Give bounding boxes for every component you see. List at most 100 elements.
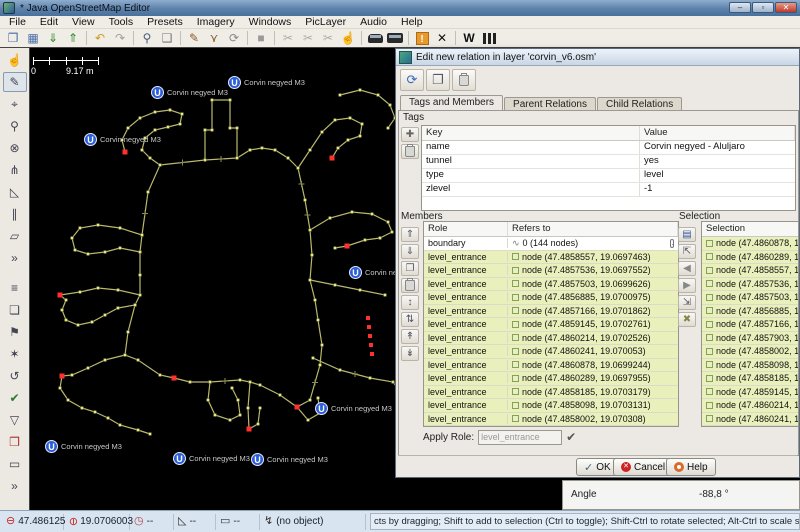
map-node[interactable] [211, 129, 214, 132]
map-node[interactable] [124, 354, 127, 357]
layers-panel-icon[interactable]: ≡ [3, 278, 27, 298]
map-node[interactable] [237, 399, 240, 402]
styles-panel-icon[interactable]: ❏ [3, 300, 27, 320]
bus-icon[interactable] [385, 30, 405, 47]
map-node[interactable] [309, 229, 312, 232]
measure-panel-icon[interactable]: ▭ [3, 454, 27, 474]
map-node[interactable] [139, 294, 142, 297]
map-node[interactable] [107, 417, 110, 420]
way-path[interactable] [208, 382, 240, 420]
help-button[interactable]: Help [666, 458, 716, 476]
selection-row[interactable]: node (47.4860289, 19.0697955) [702, 251, 799, 265]
map-node[interactable] [104, 251, 107, 254]
map-node[interactable] [387, 127, 390, 130]
delete-relation-icon[interactable] [452, 69, 476, 91]
member-row[interactable]: level_entrancenode (47.4858098, 19.07031… [424, 399, 678, 413]
sort-members-icon[interactable]: ↕ [401, 295, 419, 310]
selection-row[interactable]: node (47.4857536, 19.0697552) [702, 278, 799, 292]
car-icon[interactable] [365, 30, 385, 47]
map-node[interactable] [179, 123, 182, 126]
reverse-order-icon[interactable]: ⇅ [401, 312, 419, 327]
map-node[interactable] [311, 254, 314, 257]
select-tool-icon[interactable]: ☝ [3, 50, 27, 70]
map-node[interactable] [229, 99, 232, 102]
map-node[interactable] [137, 429, 140, 432]
map-node[interactable] [231, 387, 234, 390]
map-node[interactable] [321, 344, 324, 347]
map-node[interactable] [104, 314, 107, 317]
map-node[interactable] [154, 111, 157, 114]
filter-panel-icon[interactable]: ▽ [3, 410, 27, 430]
menu-help[interactable]: Help [394, 16, 430, 28]
apply-role-input[interactable] [478, 430, 562, 445]
menu-presets[interactable]: Presets [140, 16, 190, 28]
duplicate-member-icon[interactable]: ❐ [401, 261, 419, 276]
map-node[interactable] [239, 379, 242, 382]
map-node[interactable] [79, 227, 82, 230]
map-node[interactable] [334, 119, 337, 122]
move-down-icon[interactable]: ↡ [401, 346, 419, 361]
map-node[interactable] [287, 157, 290, 160]
way-path[interactable] [313, 358, 402, 394]
maximize-icon[interactable]: ▫ [752, 2, 774, 13]
map-node[interactable] [119, 424, 122, 427]
improve-way-icon[interactable]: ⌖ [3, 94, 27, 114]
cut2-icon[interactable]: ✂ [298, 30, 318, 47]
map-node[interactable] [334, 284, 337, 287]
map-node[interactable] [139, 117, 142, 120]
map-node[interactable] [94, 411, 97, 414]
map-node[interactable] [79, 291, 82, 294]
window-titlebar[interactable]: * Java OpenStreetMap Editor – ▫ ✕ [0, 0, 800, 16]
apply-role-confirm-icon[interactable] [566, 430, 576, 444]
map-node[interactable] [249, 381, 252, 384]
map-node[interactable] [379, 237, 382, 240]
selected-node[interactable] [58, 293, 63, 298]
map-node[interactable] [349, 117, 352, 120]
more-tools-icon[interactable]: » [3, 248, 27, 268]
selection-row[interactable]: node (47.4857166, 19.0701862) [702, 318, 799, 332]
map-node[interactable] [339, 369, 342, 372]
map-node[interactable] [304, 199, 307, 202]
apply-changes-icon[interactable]: ⟳ [400, 69, 424, 91]
menu-edit[interactable]: Edit [33, 16, 65, 28]
sync-icon[interactable]: ⟳ [224, 30, 244, 47]
way-path[interactable] [125, 148, 322, 407]
menu-audio[interactable]: Audio [353, 16, 394, 28]
map-node[interactable] [247, 407, 250, 410]
hand-icon[interactable]: ☝ [338, 30, 358, 47]
selected-node[interactable] [345, 244, 350, 249]
selection-row[interactable]: node (47.4858185, 19.0703179) [702, 372, 799, 386]
member-row[interactable]: level_entrancenode (47.4858185, 19.07031… [424, 386, 678, 400]
map-node[interactable] [67, 399, 70, 402]
map-node[interactable] [371, 213, 374, 216]
map-node[interactable] [309, 399, 312, 402]
map-node[interactable] [189, 381, 192, 384]
member-row[interactable]: level_entrancenode (47.4856885, 19.07009… [424, 291, 678, 305]
way-path[interactable] [310, 280, 385, 295]
map-node[interactable] [364, 239, 367, 242]
map-node[interactable] [87, 253, 90, 256]
map-node[interactable] [361, 123, 364, 126]
cut3-icon[interactable]: ✂ [318, 30, 338, 47]
map-node[interactable] [204, 159, 207, 162]
map-node[interactable] [236, 157, 239, 160]
warning-icon[interactable]: ! [412, 30, 432, 47]
menu-tools[interactable]: Tools [102, 16, 141, 28]
cancel-button[interactable]: Cancel [613, 458, 673, 476]
close-icon[interactable]: ✕ [775, 2, 797, 13]
map-node[interactable] [274, 149, 277, 152]
tag-row[interactable]: zlevel-1 [422, 183, 795, 197]
move-up-icon[interactable]: ↟ [401, 329, 419, 344]
map-node[interactable] [97, 287, 100, 290]
map-node[interactable] [134, 304, 137, 307]
map-node[interactable] [91, 321, 94, 324]
map-node[interactable] [319, 364, 322, 367]
map-node[interactable] [127, 127, 130, 130]
way-path[interactable] [72, 225, 142, 254]
map-node[interactable] [159, 164, 162, 167]
selection-row[interactable]: node (47.4857503, 19.0699626) [702, 291, 799, 305]
map-node[interactable] [309, 279, 312, 282]
member-row[interactable]: level_entrancenode (47.4860241, 19.07005… [424, 345, 678, 359]
map-node[interactable] [139, 274, 142, 277]
map-node[interactable] [317, 397, 320, 400]
